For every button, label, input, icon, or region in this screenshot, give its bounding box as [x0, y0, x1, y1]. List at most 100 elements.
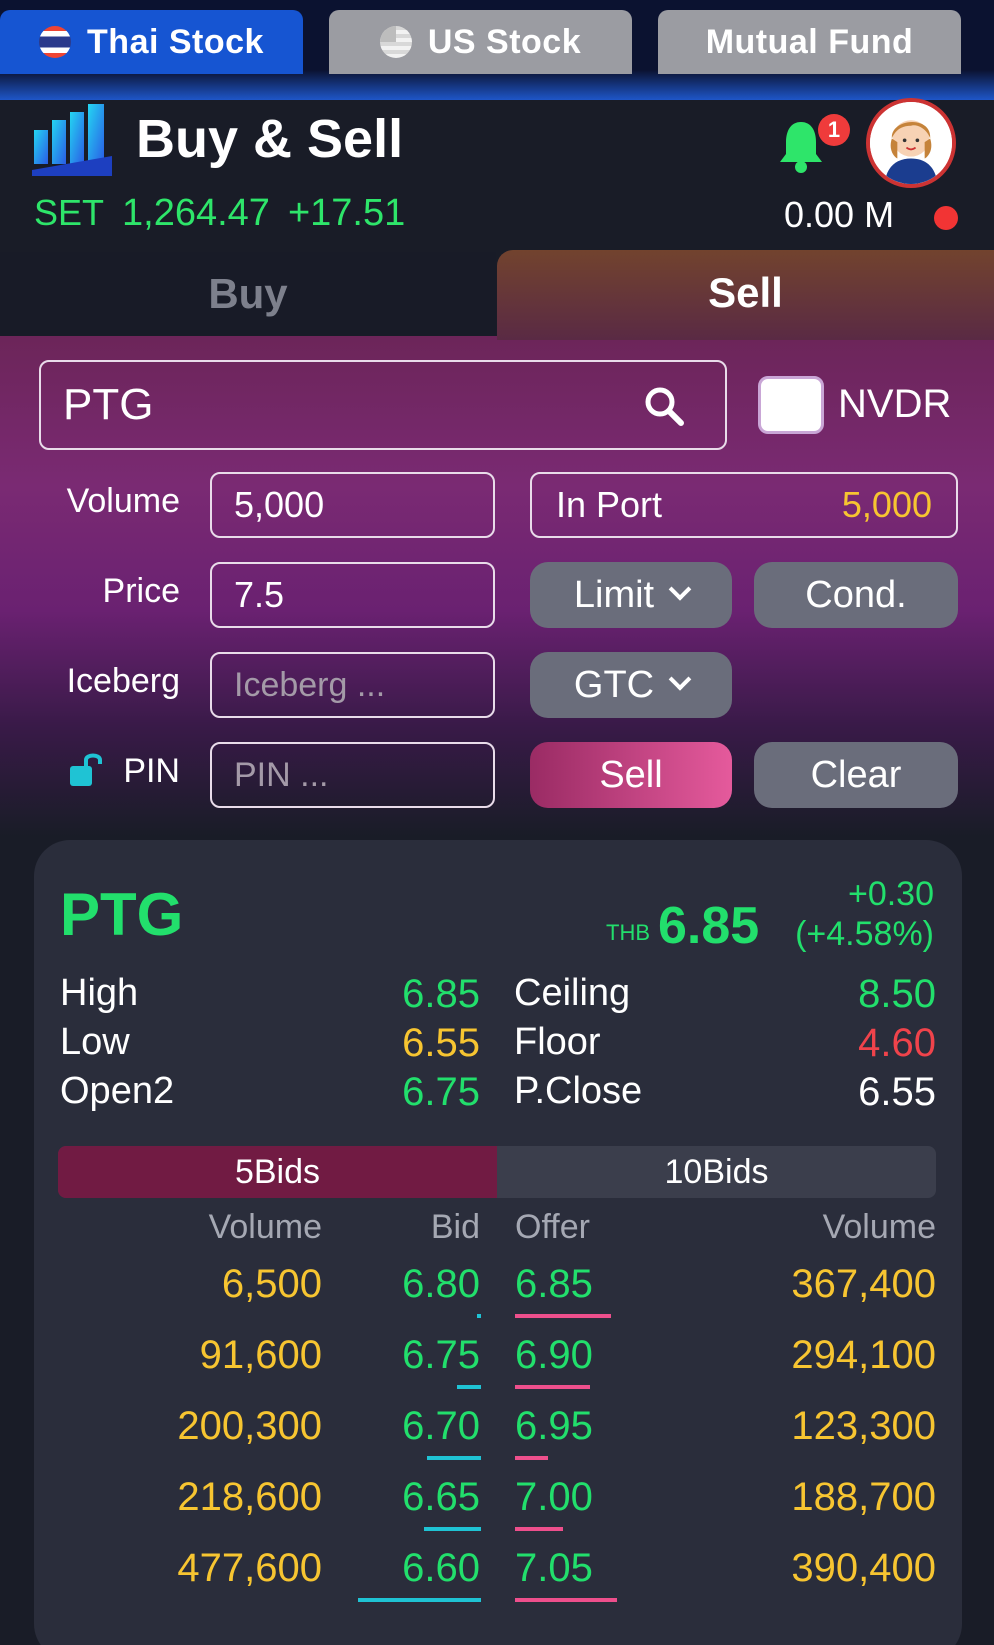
stat-floor-label: Floor	[514, 1021, 601, 1063]
offer-price-cell[interactable]: 6.95	[515, 1404, 593, 1449]
nvdr-label: NVDR	[838, 382, 952, 426]
pin-label: PIN	[123, 752, 180, 790]
offer-volume-cell: 123,300	[791, 1404, 936, 1448]
iceberg-label: Iceberg	[66, 662, 180, 700]
symbol-value: PTG	[63, 380, 154, 429]
tab-thai-stock-label: Thai Stock	[87, 22, 264, 61]
order-type-value: Limit	[573, 573, 655, 616]
price-input[interactable]: 7.5	[210, 562, 495, 628]
in-port-label: In Port	[556, 484, 663, 525]
offer-volume-header: Volume	[822, 1208, 936, 1246]
stat-high-value: 6.85	[402, 972, 480, 1016]
offer-price-cell[interactable]: 6.90	[515, 1333, 593, 1378]
bid-volume-bar	[358, 1598, 481, 1602]
stat-high-label: High	[60, 972, 139, 1014]
support-agent-icon	[870, 102, 952, 184]
pin-placeholder: PIN ...	[234, 755, 329, 794]
offer-volume-bar	[515, 1385, 590, 1389]
quote-change-percent: (+4.58%)	[795, 915, 934, 953]
search-icon[interactable]	[644, 386, 684, 426]
tab-10-bids[interactable]: 10Bids	[497, 1146, 936, 1198]
bid-volume-cell: 218,600	[177, 1475, 322, 1519]
tab-us-stock[interactable]: US Stock	[329, 10, 632, 74]
bid-volume-cell: 91,600	[199, 1333, 322, 1377]
pin-input[interactable]: PIN ...	[210, 742, 495, 808]
bid-volume-bar	[457, 1385, 481, 1389]
price-value: 7.5	[234, 574, 285, 615]
stat-low-label: Low	[60, 1021, 130, 1063]
bids-depth-toggle: 5Bids 10Bids	[58, 1146, 936, 1198]
app-logo-icon	[32, 104, 112, 176]
tab-5-bids[interactable]: 5Bids	[58, 1146, 497, 1198]
set-index-label: SET	[34, 192, 105, 233]
sell-button[interactable]: Sell	[530, 742, 732, 808]
offer-price-cell[interactable]: 7.05	[515, 1546, 593, 1591]
iceberg-placeholder: Iceberg ...	[234, 665, 386, 704]
offer-volume-bar	[515, 1527, 563, 1531]
tab-mutual-fund[interactable]: Mutual Fund	[658, 10, 961, 74]
stat-floor-value: 4.60	[858, 1021, 936, 1065]
offer-volume-bar	[515, 1598, 617, 1602]
tab-us-stock-label: US Stock	[427, 22, 582, 61]
condition-button[interactable]: Cond.	[754, 562, 958, 628]
offer-volume-cell: 367,400	[791, 1262, 936, 1306]
stat-ceiling-label: Ceiling	[514, 972, 631, 1014]
price-label: Price	[102, 572, 180, 610]
volume-value: 5,000	[234, 484, 325, 525]
bid-header: Bid	[430, 1208, 480, 1246]
us-flag-icon	[379, 26, 412, 58]
bid-volume-bar	[477, 1314, 481, 1318]
quote-last-price: 6.85	[658, 897, 760, 955]
bid-price-cell[interactable]: 6.70	[370, 1404, 480, 1449]
bid-volume-bar	[427, 1456, 481, 1460]
bid-volume-cell: 477,600	[177, 1546, 322, 1590]
validity-select[interactable]: GTC	[530, 652, 732, 718]
offer-volume-cell: 390,400	[791, 1546, 936, 1590]
volume-label: Volume	[66, 482, 180, 520]
offer-header: Offer	[515, 1208, 590, 1246]
offer-volume-cell: 294,100	[791, 1333, 936, 1377]
notification-badge: 1	[818, 114, 850, 146]
bid-price-cell[interactable]: 6.80	[370, 1262, 480, 1307]
offer-volume-bar	[515, 1456, 548, 1460]
tab-mutual-fund-label: Mutual Fund	[705, 22, 914, 61]
stat-pclose-label: P.Close	[514, 1070, 643, 1112]
bid-volume-cell: 200,300	[177, 1404, 322, 1448]
volume-input[interactable]: 5,000	[210, 472, 495, 538]
page-title: Buy & Sell	[136, 109, 404, 169]
quote-symbol: PTG	[60, 881, 184, 948]
tab-thai-stock[interactable]: Thai Stock	[0, 10, 303, 74]
bid-price-cell[interactable]: 6.60	[370, 1546, 480, 1591]
offer-volume-cell: 188,700	[791, 1475, 936, 1519]
account-balance: 0.00 M	[784, 194, 895, 235]
nvdr-checkbox[interactable]	[758, 376, 824, 434]
stat-open2-label: Open2	[60, 1070, 175, 1112]
connection-status-dot	[934, 206, 958, 230]
avatar[interactable]	[866, 98, 956, 188]
quote-change-value: +0.30	[847, 875, 934, 913]
symbol-search-input[interactable]: PTG	[39, 360, 727, 450]
bid-volume-bar	[424, 1527, 481, 1531]
tab-sell[interactable]: Sell	[497, 250, 994, 340]
bid-price-cell[interactable]: 6.75	[370, 1333, 480, 1378]
offer-volume-bar	[515, 1314, 611, 1318]
stat-pclose-value: 6.55	[858, 1070, 936, 1114]
set-index-value: 1,264.47	[122, 192, 270, 234]
set-index-change: +17.51	[287, 192, 406, 234]
offer-price-cell[interactable]: 6.85	[515, 1262, 593, 1307]
order-type-select[interactable]: Limit	[530, 562, 732, 628]
bid-price-cell[interactable]: 6.65	[370, 1475, 480, 1520]
stat-open2-value: 6.75	[402, 1070, 480, 1114]
tab-buy[interactable]: Buy	[0, 252, 496, 336]
thailand-flag-icon	[39, 26, 72, 58]
validity-value: GTC	[573, 663, 655, 706]
clear-button[interactable]: Clear	[754, 742, 958, 808]
quote-currency: THB	[606, 920, 650, 945]
stat-ceiling-value: 8.50	[858, 972, 936, 1016]
iceberg-input[interactable]: Iceberg ...	[210, 652, 495, 718]
chevron-down-icon	[668, 578, 692, 601]
in-port-box: In Port 5,000	[530, 472, 958, 538]
quote-change: +0.30 (+4.58%)	[786, 874, 934, 954]
set-index: SET 1,264.47 +17.51	[34, 192, 405, 235]
offer-price-cell[interactable]: 7.00	[515, 1475, 593, 1520]
